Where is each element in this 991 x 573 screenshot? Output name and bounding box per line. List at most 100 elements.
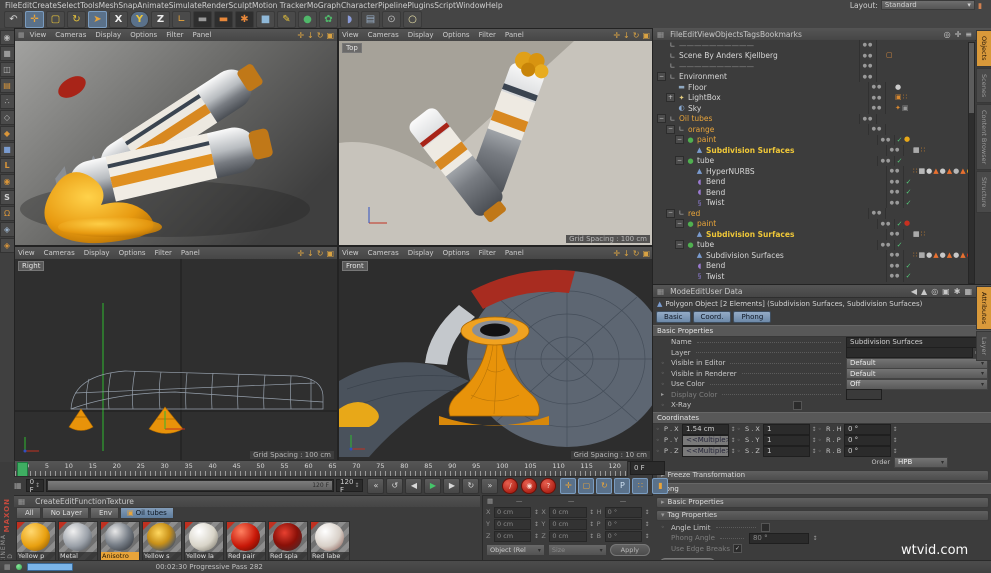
history-back-icon[interactable]: ◀	[911, 287, 917, 296]
viewport-canvas-front[interactable]: Front Grid Spacing : 10 cm	[339, 259, 653, 461]
tag-icons[interactable]: ▢	[886, 52, 975, 59]
menu-item[interactable]: Render	[202, 1, 229, 10]
maximize-view-icon[interactable]: ▣	[326, 31, 334, 40]
object-tag-icon[interactable]: ●	[940, 252, 946, 259]
section-coordinates[interactable]: Coordinates	[653, 411, 991, 424]
move-tool[interactable]: ✛	[25, 10, 44, 28]
menu-item[interactable]: Sculpt	[229, 1, 252, 10]
viewport-menu-item[interactable]: Cameras	[368, 249, 399, 257]
visibility-dots-toggle[interactable]: ●●	[886, 166, 904, 177]
phong-tag-properties-bar[interactable]: ▾ Tag Properties	[656, 509, 989, 521]
object-tag-icon[interactable]: ●	[926, 252, 932, 259]
viewport-menu-item[interactable]: Display	[408, 31, 434, 39]
polygons-mode-button[interactable]: ◆	[0, 126, 15, 141]
menu-item[interactable]: Tools	[80, 1, 98, 10]
material-menu-item[interactable]: Texture	[106, 497, 133, 506]
viewport-menu-item[interactable]: Options	[443, 249, 470, 257]
target-icon[interactable]: ✛	[955, 30, 962, 39]
tree-item[interactable]: + ✦ LightBox ●● ▣ ∷	[653, 92, 975, 103]
next-frame-button[interactable]: ▶	[443, 477, 461, 494]
material-swatch[interactable]: Yellow la	[184, 521, 224, 561]
tag-icons[interactable]: ▣ ∷	[895, 94, 975, 101]
layer-tab[interactable]: Env	[89, 507, 119, 519]
menu-item[interactable]: Help	[486, 1, 503, 10]
panel-grip-icon[interactable]: ▦	[18, 31, 25, 39]
attribute-tab[interactable]: Basic	[656, 311, 691, 323]
gear-icon[interactable]: ✱	[954, 287, 961, 296]
material-swatch[interactable]: Anisotro	[100, 521, 140, 561]
object-tag-icon[interactable]: ∷	[921, 231, 925, 238]
viewport-menu-item[interactable]: Panel	[505, 31, 524, 39]
visibility-dots-toggle[interactable]: ●●	[868, 103, 886, 114]
use-color-select[interactable]: Off ▾	[846, 378, 988, 390]
xray-checkbox[interactable]	[793, 400, 803, 410]
viewport-menu-item[interactable]: Filter	[155, 249, 172, 257]
zoom-view-icon[interactable]: ↓	[623, 31, 630, 40]
timeline-playhead[interactable]	[17, 462, 28, 476]
viewport-menu-item[interactable]: Filter	[479, 249, 496, 257]
object-tree-scrollbar[interactable]	[968, 42, 975, 284]
pan-view-icon[interactable]: ✛	[613, 31, 620, 40]
menu-item[interactable]: Motion Tracker	[252, 1, 307, 10]
tree-item[interactable]: − ∟ orange ●●	[653, 124, 975, 135]
object-manager-menu-item[interactable]: Edit	[683, 30, 698, 39]
material-swatch[interactable]: Red pair	[226, 521, 266, 561]
object-name[interactable]: Floor	[688, 83, 707, 92]
menu-item[interactable]: File	[5, 1, 18, 10]
maximize-view-icon[interactable]: ▣	[326, 249, 334, 258]
size-mode-select[interactable]: Size ▾	[547, 544, 607, 556]
object-tag-icon[interactable]: ▣	[895, 94, 902, 101]
object-tag-icon[interactable]: ▲	[933, 252, 938, 259]
object-name[interactable]: paint	[697, 219, 716, 228]
visibility-dots-toggle[interactable]: ●●	[868, 124, 886, 135]
coord-mode-select[interactable]: Object (Rel ▾	[486, 544, 545, 556]
visible-renderer-select[interactable]: Default ▾	[846, 368, 988, 380]
visibility-dots-toggle[interactable]: ●●	[886, 187, 904, 198]
enabled-state-icon[interactable]: ✓	[895, 157, 904, 165]
tree-item[interactable]: − ∟ Oil tubes ●●	[653, 113, 975, 124]
object-tag-icon[interactable]: ●	[940, 168, 946, 175]
object-tag-icon[interactable]: ●	[953, 252, 959, 259]
tree-item[interactable]: § Twist ●● ✓	[653, 197, 975, 208]
timeline-ruler[interactable]: 0510152025303540455055606570758085909510…	[14, 460, 628, 477]
texture-mode-button[interactable]: ◫	[0, 62, 15, 77]
visibility-dots-toggle[interactable]: ●●	[877, 134, 895, 145]
sx-input[interactable]: 1	[763, 423, 810, 435]
object-name[interactable]: Bend	[706, 177, 725, 186]
tag-icons[interactable]: ●	[904, 220, 975, 227]
object-manager-menu-item[interactable]: Objects	[715, 30, 743, 39]
viewport-menu-item[interactable]: Display	[95, 31, 121, 39]
layer-tab[interactable]: All	[16, 507, 41, 519]
pz-input[interactable]: <<Multiple>>	[682, 445, 729, 457]
panel-grip-icon[interactable]: ▦	[657, 30, 664, 39]
panel-grip-icon[interactable]: ▦	[657, 287, 664, 296]
px-input[interactable]: 1.54 cm	[682, 423, 729, 435]
menu-item[interactable]: MoGraph	[307, 1, 341, 10]
menu-item[interactable]: Pipeline	[378, 1, 407, 10]
visibility-dots-toggle[interactable]: ●●	[886, 229, 904, 240]
visibility-dots-toggle[interactable]: ●●	[886, 197, 904, 208]
visibility-dots-toggle[interactable]: ●●	[859, 61, 877, 72]
panel-grip-icon[interactable]: ▦	[4, 563, 11, 571]
expand-toggle-icon[interactable]: +	[666, 93, 675, 103]
layout-icon[interactable]: ▦	[964, 287, 972, 296]
cube-primitive-button[interactable]: ■	[256, 10, 275, 28]
pos-y-field[interactable]: 0 cm	[494, 518, 532, 530]
object-tag-icon[interactable]: ●	[904, 136, 910, 143]
material-swatch[interactable]: Metal	[58, 521, 98, 561]
tree-item[interactable]: − ● tube ●● ✓	[653, 239, 975, 250]
object-tag-icon[interactable]: ▦	[913, 231, 920, 238]
object-name[interactable]: Subdivision Surfaces	[706, 251, 784, 260]
menu-item[interactable]: Plugins	[407, 1, 434, 10]
object-tag-icon[interactable]: ▣	[902, 105, 909, 112]
object-name[interactable]: Twist	[706, 198, 724, 207]
search-icon[interactable]: ◎	[944, 30, 951, 39]
viewport-menu-item[interactable]: Options	[443, 31, 470, 39]
rot-p-field[interactable]: 0 °	[604, 518, 642, 530]
sz-input[interactable]: 1	[763, 445, 810, 457]
rotate-view-icon[interactable]: ↻	[317, 249, 324, 258]
angle-limit-checkbox[interactable]	[760, 523, 770, 533]
object-tag-icon[interactable]: ▲	[960, 168, 965, 175]
y-axis-toggle[interactable]: Y	[130, 10, 149, 28]
object-manager-menu-item[interactable]: View	[697, 30, 715, 39]
